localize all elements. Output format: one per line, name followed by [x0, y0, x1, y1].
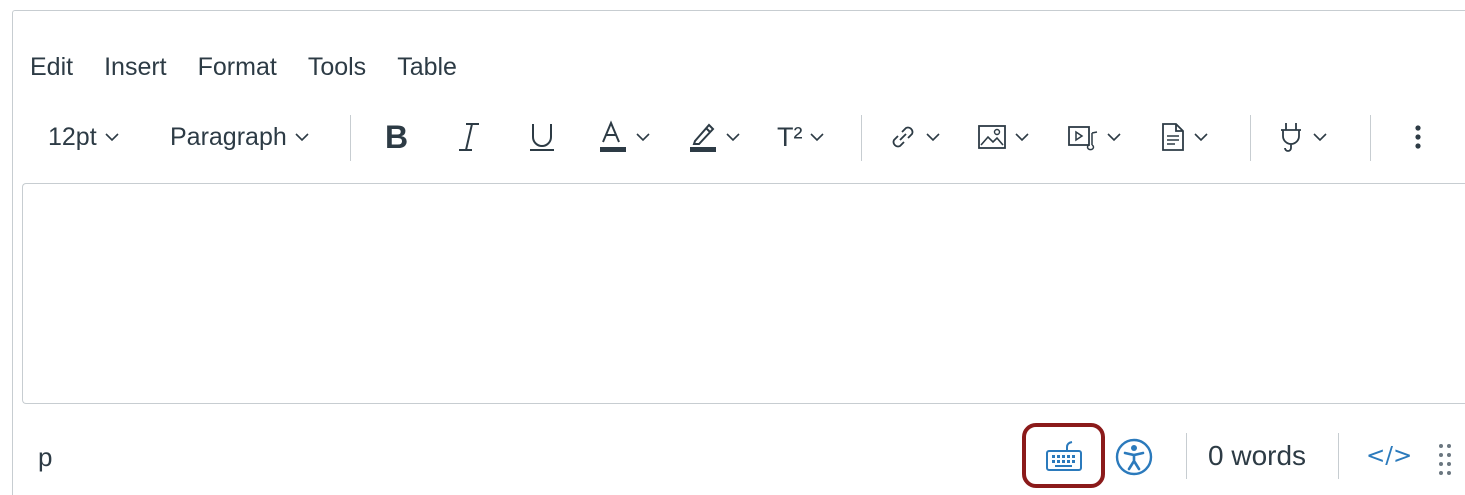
status-divider — [1338, 433, 1339, 479]
chevron-down-icon — [295, 133, 309, 142]
menu-insert[interactable]: Insert — [104, 52, 167, 82]
status-divider — [1186, 433, 1187, 479]
word-count[interactable]: 0 words — [1208, 440, 1306, 472]
bold-icon: B — [385, 118, 409, 155]
menu-tools[interactable]: Tools — [308, 52, 366, 82]
media-icon — [1068, 126, 1098, 151]
toolbar-divider — [861, 115, 862, 161]
toolbar-divider — [1370, 115, 1371, 161]
menu-table[interactable]: Table — [397, 52, 457, 82]
document-icon — [1162, 123, 1184, 151]
chevron-down-icon — [105, 133, 119, 142]
superscript-dropdown[interactable]: T² — [777, 110, 825, 164]
chevron-down-icon — [1015, 133, 1029, 142]
chevron-down-icon — [726, 133, 740, 142]
toolbar-divider — [1250, 115, 1251, 161]
drag-handle-icon — [1439, 444, 1451, 475]
more-options-icon — [1415, 125, 1421, 149]
underline-icon — [530, 124, 554, 151]
underline-button[interactable] — [528, 110, 556, 164]
toolbar-divider — [350, 115, 351, 161]
chevron-down-icon — [810, 133, 825, 142]
keyboard-shortcuts-button[interactable] — [1022, 423, 1105, 488]
chevron-down-icon — [636, 133, 650, 142]
chevron-down-icon — [1194, 133, 1208, 142]
font-size-value: 12pt — [48, 122, 97, 151]
menu-bar: Edit Insert Format Tools Table — [30, 52, 488, 82]
text-color-icon — [600, 120, 626, 152]
document-dropdown[interactable] — [1160, 110, 1208, 164]
link-dropdown[interactable] — [888, 110, 940, 164]
chevron-down-icon — [926, 133, 940, 142]
accessibility-checker-button[interactable] — [1114, 437, 1154, 482]
menu-edit[interactable]: Edit — [30, 52, 73, 82]
chevron-down-icon — [1313, 133, 1327, 142]
highlight-color-dropdown[interactable] — [688, 110, 740, 164]
text-color-dropdown[interactable] — [598, 110, 650, 164]
plugin-icon — [1281, 123, 1301, 152]
content-editable-area[interactable] — [22, 183, 1465, 404]
link-icon — [892, 126, 914, 148]
formatting-toolbar: 12pt Paragraph B T² — [0, 110, 1465, 164]
resize-handle[interactable] — [1438, 442, 1452, 483]
italic-button[interactable] — [457, 110, 481, 164]
media-dropdown[interactable] — [1067, 110, 1121, 164]
block-format-value: Paragraph — [170, 122, 287, 151]
apps-plugin-dropdown[interactable] — [1277, 110, 1327, 164]
html-editor-toggle[interactable]: </> — [1366, 443, 1412, 469]
image-dropdown[interactable] — [977, 110, 1029, 164]
font-size-dropdown[interactable]: 12pt — [48, 110, 119, 164]
block-format-dropdown[interactable]: Paragraph — [170, 110, 309, 164]
more-options-button[interactable] — [1413, 110, 1423, 164]
superscript-icon: T² — [777, 121, 803, 152]
highlight-color-icon — [690, 123, 716, 152]
accessibility-icon — [1115, 438, 1153, 476]
menu-format[interactable]: Format — [198, 52, 277, 82]
image-icon — [978, 125, 1006, 149]
element-path[interactable]: p — [38, 442, 52, 473]
chevron-down-icon — [1107, 133, 1121, 142]
keyboard-icon — [1045, 440, 1082, 471]
italic-icon — [459, 123, 479, 151]
bold-button[interactable]: B — [385, 110, 408, 164]
